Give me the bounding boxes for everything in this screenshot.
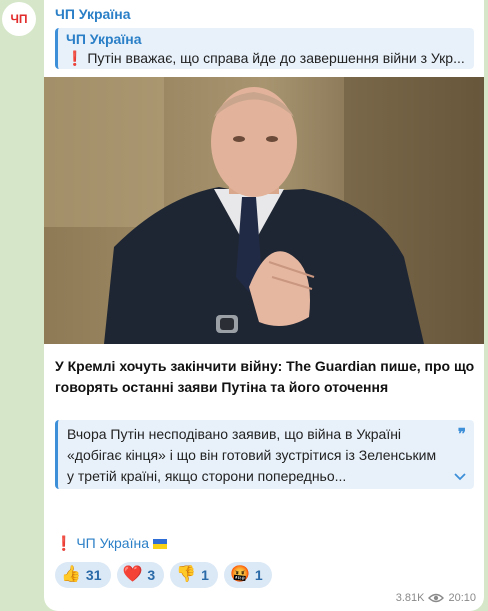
reaction-count: 1 [201,567,209,583]
quote-block[interactable]: Вчора Путін несподівано заявив, що війна… [55,420,474,489]
reply-text: ❗ Путін вважає, що справа йде до заверше… [66,49,466,67]
eye-icon [428,593,445,603]
avatar-text: ЧП [10,12,28,26]
reply-author: ЧП Україна [66,31,142,47]
reaction-heart[interactable]: ❤️ 3 [116,562,165,588]
reply-snippet: Путін вважає, що справа йде до завершенн… [87,50,465,66]
quote-text: Вчора Путін несподівано заявив, що війна… [67,426,437,484]
photo-of-man-in-suit [44,77,484,344]
reaction-count: 3 [147,567,156,583]
reaction-count: 1 [254,567,263,583]
channel-name[interactable]: ЧП Україна [55,6,131,22]
thumbs-down-icon: 👎 [176,566,197,583]
chevron-down-icon[interactable] [452,469,468,485]
message-bubble: ЧП Україна ЧП Україна ❗ Путін вважає, що… [44,0,484,611]
post-photo[interactable] [44,77,484,344]
exclamation-icon: ❗ [55,535,73,551]
reaction-thumbs-up[interactable]: 👍 31 [55,562,111,588]
exclamation-icon: ❗ [66,50,84,66]
channel-avatar[interactable]: ЧП [2,2,36,36]
thumbs-up-icon: 👍 [61,566,81,583]
reactions-bar: 👍 31 ❤️ 3 👎 1 🤬 1 [55,562,272,588]
reaction-count: 31 [85,567,102,583]
reaction-thumbs-down[interactable]: 👎 1 [170,562,218,588]
signature-text: ЧП Україна [76,535,149,551]
ukraine-flag-icon [152,539,167,549]
message-meta: 3.81K 20:10 [396,592,476,604]
post-signature[interactable]: ❗ ЧП Україна [55,535,167,552]
heart-icon: ❤️ [122,566,143,583]
reaction-angry[interactable]: 🤬 1 [223,562,272,588]
view-count: 3.81K [395,592,425,604]
reply-preview[interactable]: ЧП Україна ❗ Путін вважає, що справа йде… [55,28,474,69]
message-time: 20:10 [448,592,476,604]
post-headline: У Кремлі хочуть закінчити війну: The Gua… [55,358,475,395]
angry-face-icon: 🤬 [229,566,250,583]
quote-icon: ❞ [457,425,466,443]
